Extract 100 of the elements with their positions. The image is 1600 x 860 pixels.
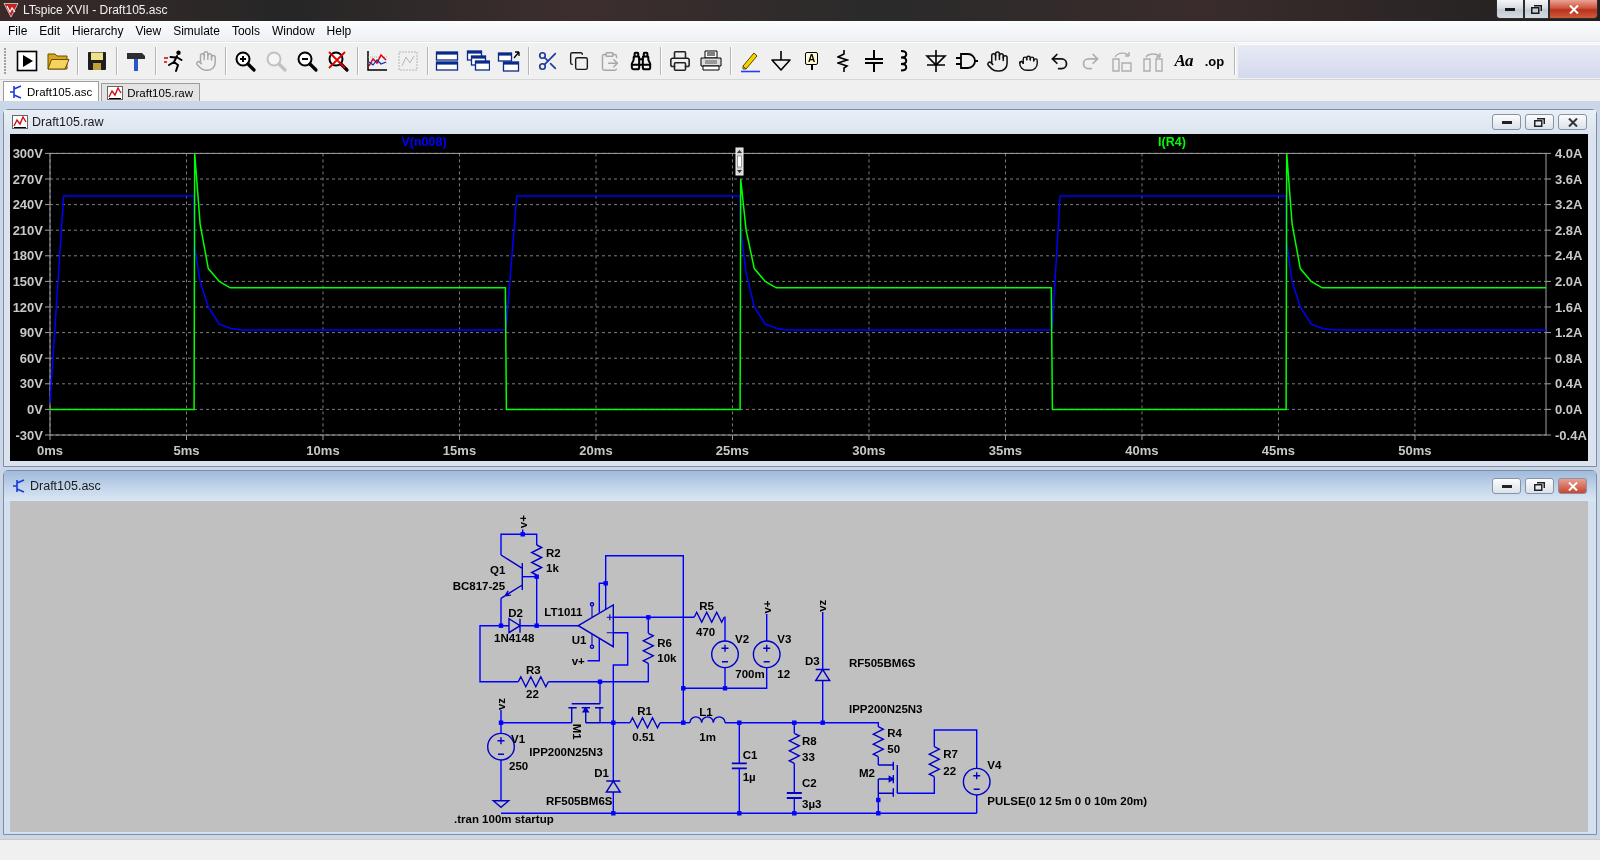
- component-label: C2: [802, 777, 817, 789]
- component-label: D3: [805, 654, 820, 667]
- resistor-icon: [836, 49, 849, 73]
- restore-button[interactable]: [1525, 114, 1554, 130]
- restore-icon: [1534, 117, 1545, 127]
- component-label: L1: [699, 706, 713, 718]
- minimize-button[interactable]: [1492, 114, 1521, 130]
- y-tick-label: 0.4A: [1555, 376, 1583, 392]
- y-tick-label: 210V: [12, 222, 43, 238]
- component-label: R3: [526, 663, 541, 676]
- component-value: 12: [777, 668, 791, 680]
- component-label: R5: [699, 600, 714, 612]
- chart-outline-icon: [395, 49, 420, 73]
- component-value: RF505BM6S: [849, 657, 916, 670]
- component-value: RF505BM6S: [546, 794, 613, 807]
- net-label: vz: [816, 599, 829, 612]
- component-label: R8: [802, 735, 817, 747]
- minimize-button[interactable]: [1496, 0, 1524, 19]
- junction-icon: [876, 811, 881, 816]
- component-value: IPP200N25N3: [529, 745, 603, 758]
- clipboard-icon: [599, 50, 620, 72]
- menu-item[interactable]: Tools: [225, 21, 266, 41]
- junction-icon: [498, 623, 504, 628]
- app-logo-icon: [3, 2, 19, 18]
- net-label: vz: [495, 697, 507, 711]
- open-hand-icon: [986, 49, 1009, 73]
- component-value: 1k: [546, 561, 559, 574]
- stacked-windows-icon: [434, 49, 459, 73]
- menu-item[interactable]: Edit: [33, 21, 67, 41]
- printer-icon: [668, 50, 691, 72]
- y-tick-label: 120V: [12, 299, 43, 315]
- menu-item[interactable]: Simulate: [167, 21, 226, 41]
- restore-button[interactable]: [1525, 478, 1554, 494]
- menu-item[interactable]: Hierarchy: [66, 21, 130, 41]
- component-label: M1: [571, 723, 583, 740]
- component-label: C1: [742, 749, 758, 761]
- tab[interactable]: Draft105.raw: [101, 83, 201, 101]
- resistor-symbol: [927, 746, 941, 778]
- play-icon: [14, 49, 39, 73]
- resistor-symbol: [871, 726, 885, 758]
- schematic-icon: [9, 84, 23, 99]
- component-label: R7: [943, 748, 958, 760]
- menu-item[interactable]: Help: [320, 21, 358, 41]
- junction-icon: [792, 720, 797, 725]
- y-tick-label: 150V: [12, 273, 43, 289]
- x-tick-label: 45ms: [1261, 443, 1296, 458]
- toolbar-button[interactable]: .op: [1199, 46, 1230, 76]
- resistor-symbol: [530, 544, 544, 576]
- wire: [500, 759, 502, 802]
- y-tick-label: 270V: [12, 171, 43, 187]
- net-label: v+: [760, 600, 773, 614]
- wire: [793, 762, 795, 794]
- menu-item[interactable]: Window: [265, 21, 321, 41]
- y-tick-label: 180V: [12, 248, 43, 264]
- junction-icon: [611, 720, 616, 725]
- minimize-button[interactable]: [1492, 478, 1521, 494]
- menu-item[interactable]: File: [2, 21, 34, 41]
- close-icon: [1567, 481, 1578, 491]
- toolbar-button[interactable]: A: [796, 46, 827, 76]
- toolbar-button[interactable]: Aa: [1168, 46, 1199, 76]
- close-icon: [1567, 117, 1578, 127]
- windows-arrow-icon: [496, 49, 521, 73]
- restore-button[interactable]: [1524, 0, 1549, 19]
- grip-icon[interactable]: [4, 48, 7, 74]
- inductor-icon: [900, 50, 909, 72]
- y-tick-label: 0.0A: [1555, 401, 1583, 417]
- tab[interactable]: Draft105.asc: [3, 81, 100, 101]
- menu-item[interactable]: View: [129, 21, 168, 41]
- component-label: R2: [546, 546, 561, 559]
- component-value: 700m: [735, 668, 765, 680]
- close-button[interactable]: [1549, 0, 1598, 19]
- close-button[interactable]: [1558, 114, 1587, 130]
- restore-icon: [1531, 4, 1542, 14]
- legend-label: I(R4): [1158, 134, 1186, 149]
- component-value: 0.51: [632, 731, 655, 743]
- component-value: BC817-25: [452, 579, 506, 592]
- printer-sheet-icon: [698, 49, 723, 73]
- cascade-windows-icon: [465, 49, 490, 73]
- junction-icon: [498, 720, 504, 725]
- wire: [822, 611, 824, 671]
- junction-icon: [534, 623, 539, 628]
- junction-icon: [520, 532, 525, 537]
- junction-icon: [681, 686, 686, 691]
- cursor-grip-icon[interactable]: [735, 147, 744, 176]
- x-tick-label: 15ms: [442, 443, 477, 458]
- component-label: R4: [887, 727, 902, 740]
- waveform-icon: [12, 115, 28, 129]
- net-label: v+: [516, 515, 529, 529]
- x-tick-label: 5ms: [173, 443, 200, 458]
- y-tick-label: 3.2A: [1555, 197, 1583, 213]
- component-value: 50: [887, 743, 901, 756]
- magnifier-cross-icon: [325, 49, 350, 73]
- scissors-icon: [536, 50, 559, 72]
- component-value: 3µ3: [802, 798, 822, 810]
- component-value: IPP200N25N3: [849, 703, 923, 716]
- restore-icon: [1534, 481, 1545, 491]
- waveform-chart-icon: [364, 49, 389, 73]
- junction-icon: [820, 720, 825, 725]
- y-tick-label: -30V: [15, 427, 43, 443]
- component-label: D1: [594, 766, 609, 779]
